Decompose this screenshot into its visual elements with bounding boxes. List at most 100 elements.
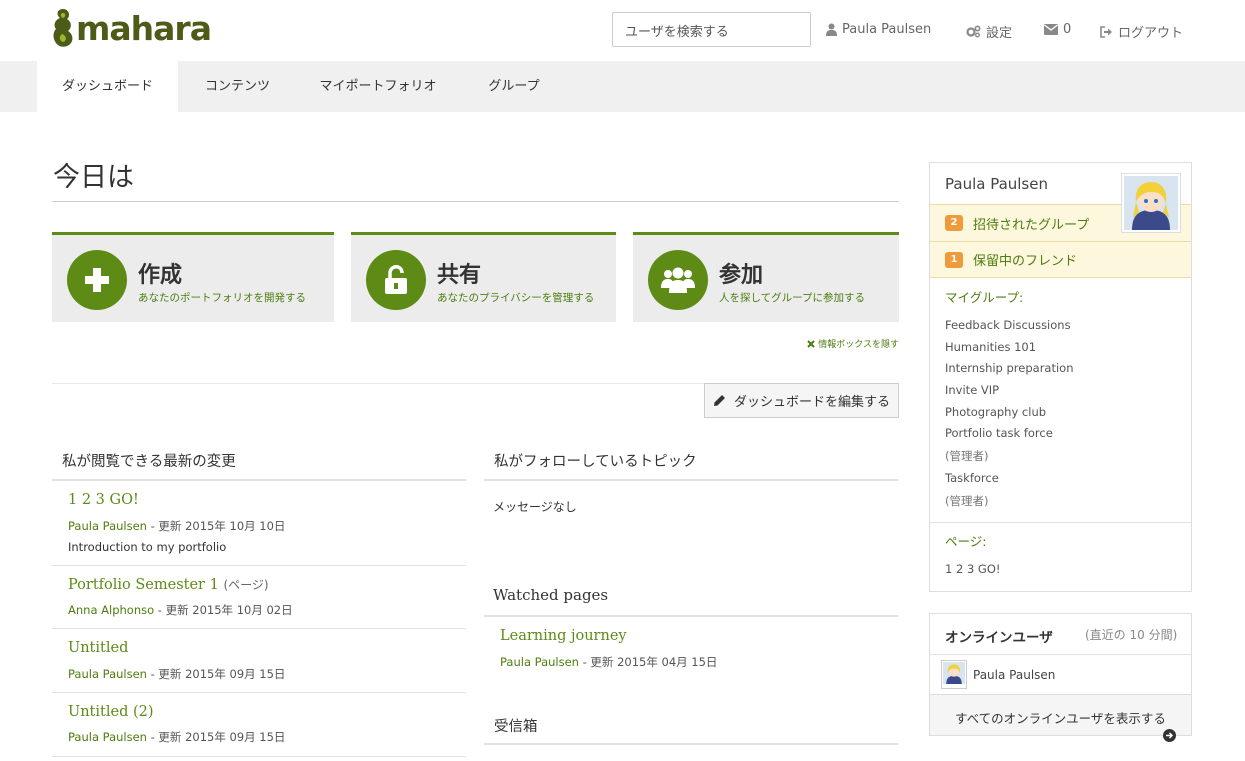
- group-link[interactable]: Internship preparation: [945, 361, 1074, 375]
- online-user-item[interactable]: Paula Paulsen: [941, 660, 1055, 689]
- notice-count-badge: 1: [945, 251, 963, 268]
- online-users-timeframe: (直近の 10 分間): [1085, 628, 1178, 642]
- author-link[interactable]: Paula Paulsen: [500, 655, 579, 669]
- list-divider: [52, 692, 466, 693]
- author-link[interactable]: Paula Paulsen: [68, 730, 147, 744]
- hide-info-link[interactable]: 情報ボックスを隠す: [807, 337, 899, 350]
- group-role-note: (管理者): [945, 494, 989, 508]
- edit-dashboard-label: ダッシュボードを編集する: [733, 395, 890, 410]
- watched-page-title[interactable]: Learning journey: [500, 628, 627, 644]
- user-profile-link[interactable]: Paula Paulsen: [826, 22, 931, 37]
- latest-item-meta: Paula Paulsen - 更新 2015年 09月 15日: [68, 729, 285, 745]
- profile-avatar[interactable]: [1121, 173, 1181, 233]
- updated-date: - 更新 2015年 04月 15日: [578, 655, 718, 669]
- engage-circle: [648, 250, 708, 310]
- online-user-avatar: [941, 660, 967, 689]
- watched-pages-rule: [484, 615, 898, 617]
- list-divider: [52, 565, 466, 566]
- create-circle: [67, 250, 127, 310]
- latest-item-description: Introduction to my portfolio: [68, 540, 227, 554]
- latest-item-title-text: Portfolio Semester 1: [68, 577, 219, 593]
- nav-tab-groups[interactable]: グループ: [459, 61, 569, 112]
- latest-item-title[interactable]: Untitled (2): [68, 704, 154, 720]
- notice-pending-friends[interactable]: 1 保留中のフレンド: [930, 241, 1191, 278]
- user-name: Paula Paulsen: [842, 22, 932, 37]
- updated-date: - 更新 2015年 09月 15日: [146, 730, 286, 744]
- latest-item-title[interactable]: Untitled: [68, 640, 128, 656]
- my-groups-heading: マイグループ:: [945, 290, 1024, 305]
- latest-changes-heading: 私が閲覧できる最新の変更: [62, 454, 236, 470]
- list-divider: [52, 756, 466, 757]
- followed-topics-heading: 私がフォローしているトピック: [494, 454, 697, 470]
- share-card[interactable]: 共有 あなたのプライバシーを管理する: [351, 232, 616, 322]
- sign-out-icon: [1100, 25, 1112, 38]
- users-icon: [661, 267, 695, 293]
- online-user-name: Paula Paulsen: [973, 667, 1056, 682]
- group-link[interactable]: Portfolio task force: [945, 426, 1053, 440]
- updated-date: - 更新 2015年 09月 15日: [146, 667, 286, 681]
- group-link[interactable]: Feedback Discussions: [945, 318, 1071, 332]
- arrow-right-icon: [1166, 732, 1174, 739]
- pencil-icon: [713, 395, 725, 406]
- edit-dashboard-button[interactable]: ダッシュボードを編集する: [704, 383, 899, 418]
- engage-subtitle: 人を探してグループに参加する: [719, 292, 866, 304]
- latest-item-title[interactable]: 1 2 3 GO!: [68, 492, 139, 508]
- mahara-logo-icon: [53, 9, 73, 47]
- arrow-right-circle-icon[interactable]: [1163, 729, 1176, 742]
- page-link[interactable]: 1 2 3 GO!: [945, 562, 1001, 576]
- close-icon: [807, 339, 815, 348]
- create-subtitle: あなたのポートフォリオを開発する: [138, 292, 306, 304]
- envelope-icon: [1044, 24, 1058, 35]
- updated-date: - 更新 2015年 10月 10日: [146, 519, 286, 533]
- hide-info-label: 情報ボックスを隠す: [818, 340, 899, 350]
- group-link[interactable]: Invite VIP: [945, 383, 999, 397]
- settings-label: 設定: [986, 26, 1013, 41]
- online-users-title: オンラインユーザ: [945, 630, 1053, 646]
- user-icon: [826, 23, 837, 36]
- notice-count-badge: 2: [945, 215, 963, 231]
- sidebar-profile-name[interactable]: Paula Paulsen: [945, 175, 1048, 193]
- create-title: 作成: [138, 263, 183, 288]
- title-divider: [52, 201, 899, 202]
- show-all-online-users-button[interactable]: すべてのオンラインユーザを表示する: [930, 694, 1191, 735]
- plus-icon: [85, 268, 109, 292]
- nav-tab-portfolio[interactable]: マイポートフォリオ: [297, 61, 459, 112]
- latest-item-title[interactable]: Portfolio Semester 1 (ページ): [68, 576, 269, 593]
- nav-tab-content[interactable]: コンテンツ: [178, 61, 297, 112]
- mahara-logo[interactable]: mahara: [52, 6, 212, 50]
- group-link[interactable]: Photography club: [945, 405, 1046, 419]
- latest-item-meta: Anna Alphonso - 更新 2015年 10月 02日: [68, 602, 293, 618]
- item-kind: (ページ): [223, 578, 269, 592]
- author-link[interactable]: Paula Paulsen: [68, 667, 147, 681]
- share-circle: [366, 250, 426, 310]
- create-card[interactable]: 作成 あなたのポートフォリオを開発する: [52, 232, 334, 322]
- online-users-divider: [930, 654, 1191, 655]
- no-messages-text: メッセージなし: [493, 500, 577, 514]
- notice-label: 招待されたグループ: [973, 217, 1090, 233]
- logout-link[interactable]: ログアウト: [1100, 22, 1183, 41]
- author-link[interactable]: Paula Paulsen: [68, 519, 147, 533]
- followed-topics-rule: [484, 479, 898, 481]
- page-title: 今日は: [53, 162, 134, 193]
- nav-tab-dashboard[interactable]: ダッシュボード: [37, 61, 178, 112]
- avatar-image: [1124, 176, 1178, 230]
- inbox-link[interactable]: 0: [1044, 22, 1071, 37]
- unlock-icon: [385, 265, 407, 294]
- notice-label: 保留中のフレンド: [973, 254, 1078, 269]
- engage-card[interactable]: 参加 人を探してグループに参加する: [633, 232, 899, 322]
- group-link[interactable]: Taskforce: [945, 471, 999, 485]
- list-divider: [52, 628, 466, 629]
- search-input[interactable]: ユーザを検索する: [612, 12, 811, 47]
- author-link[interactable]: Anna Alphonso: [68, 603, 154, 617]
- main-nav: ダッシュボード コンテンツ マイポートフォリオ グループ: [0, 61, 1245, 112]
- pages-heading: ページ:: [945, 534, 987, 549]
- latest-item-meta: Paula Paulsen - 更新 2015年 09月 15日: [68, 666, 285, 682]
- updated-date: - 更新 2015年 10月 02日: [154, 603, 293, 617]
- settings-link[interactable]: 設定: [966, 22, 1012, 41]
- inbox-count: 0: [1063, 22, 1072, 37]
- share-title: 共有: [437, 263, 482, 288]
- watched-page-meta: Paula Paulsen - 更新 2015年 04月 15日: [500, 654, 717, 670]
- latest-changes-rule: [52, 479, 466, 481]
- group-link[interactable]: Humanities 101: [945, 340, 1036, 354]
- watched-pages-heading: Watched pages: [493, 586, 609, 604]
